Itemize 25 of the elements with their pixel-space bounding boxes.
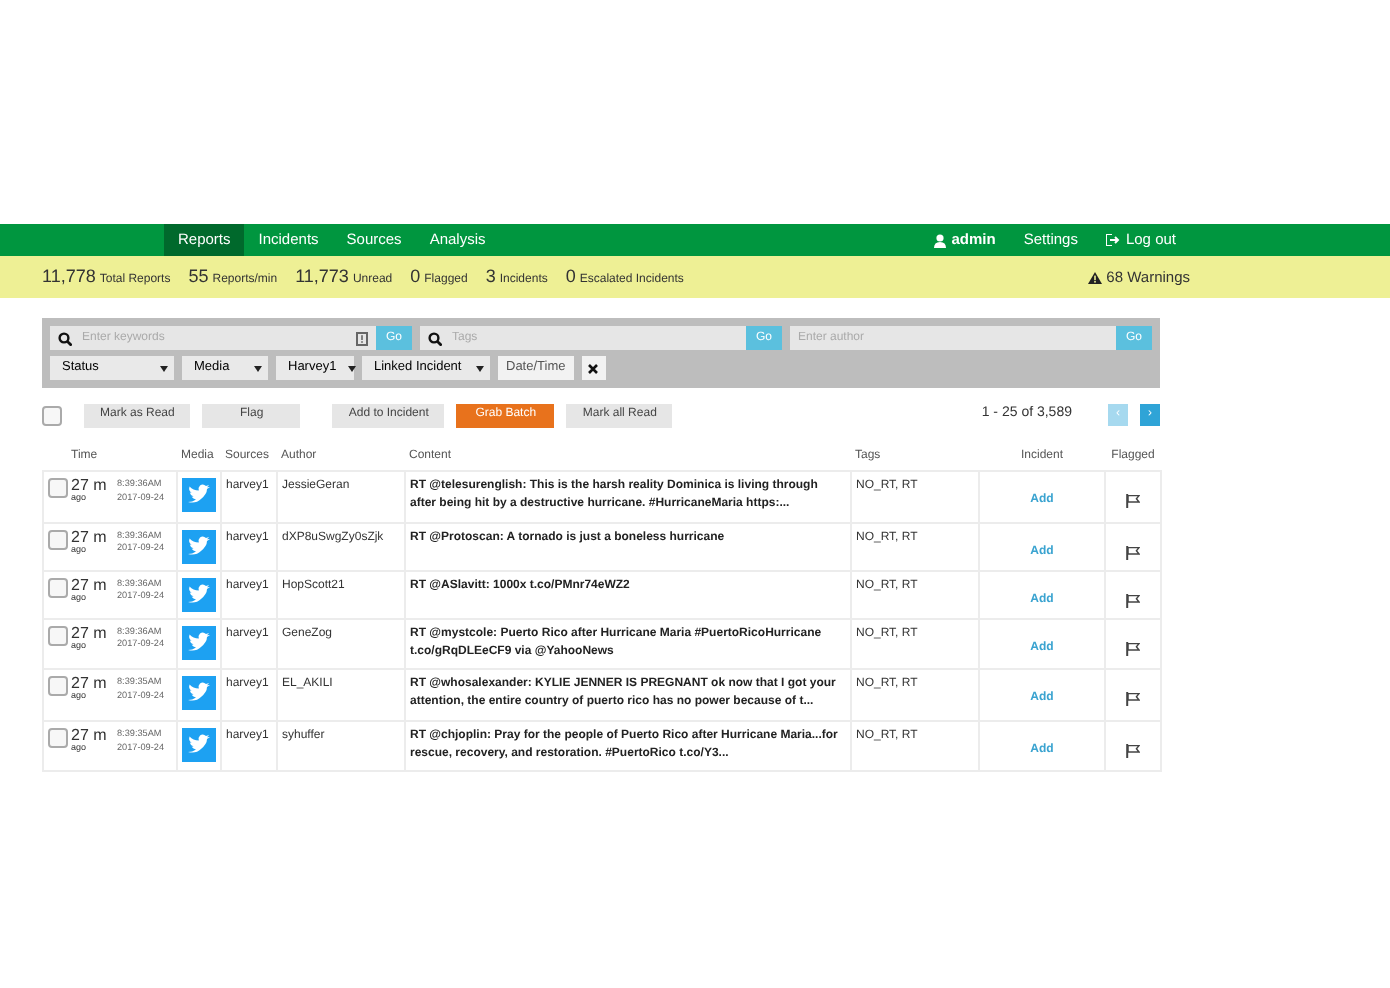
caret-icon xyxy=(476,365,484,371)
bird-icon xyxy=(182,577,216,612)
bird-icon xyxy=(182,625,216,660)
row-checkbox[interactable] xyxy=(48,727,68,748)
caret-icon xyxy=(160,365,168,371)
row-checkbox[interactable] xyxy=(48,676,68,697)
row-checkbox[interactable] xyxy=(48,625,68,646)
search-icon xyxy=(58,331,72,345)
caret-icon xyxy=(254,365,262,371)
clear-button[interactable] xyxy=(581,356,606,380)
bird-icon xyxy=(182,676,216,711)
row-checkbox[interactable] xyxy=(48,529,68,550)
search-icon xyxy=(428,331,442,345)
caret-icon xyxy=(348,365,357,371)
bird-icon xyxy=(182,529,216,564)
bird-icon xyxy=(182,727,216,762)
select-all-checkbox[interactable] xyxy=(42,405,62,425)
row-checkbox[interactable] xyxy=(48,577,68,598)
user-icon xyxy=(933,233,946,247)
bird-icon xyxy=(182,478,216,512)
info-icon xyxy=(355,331,368,345)
close-icon xyxy=(588,363,599,373)
warning-icon xyxy=(1088,271,1103,283)
logout-icon xyxy=(1105,234,1120,246)
row-checkbox[interactable] xyxy=(48,478,68,498)
